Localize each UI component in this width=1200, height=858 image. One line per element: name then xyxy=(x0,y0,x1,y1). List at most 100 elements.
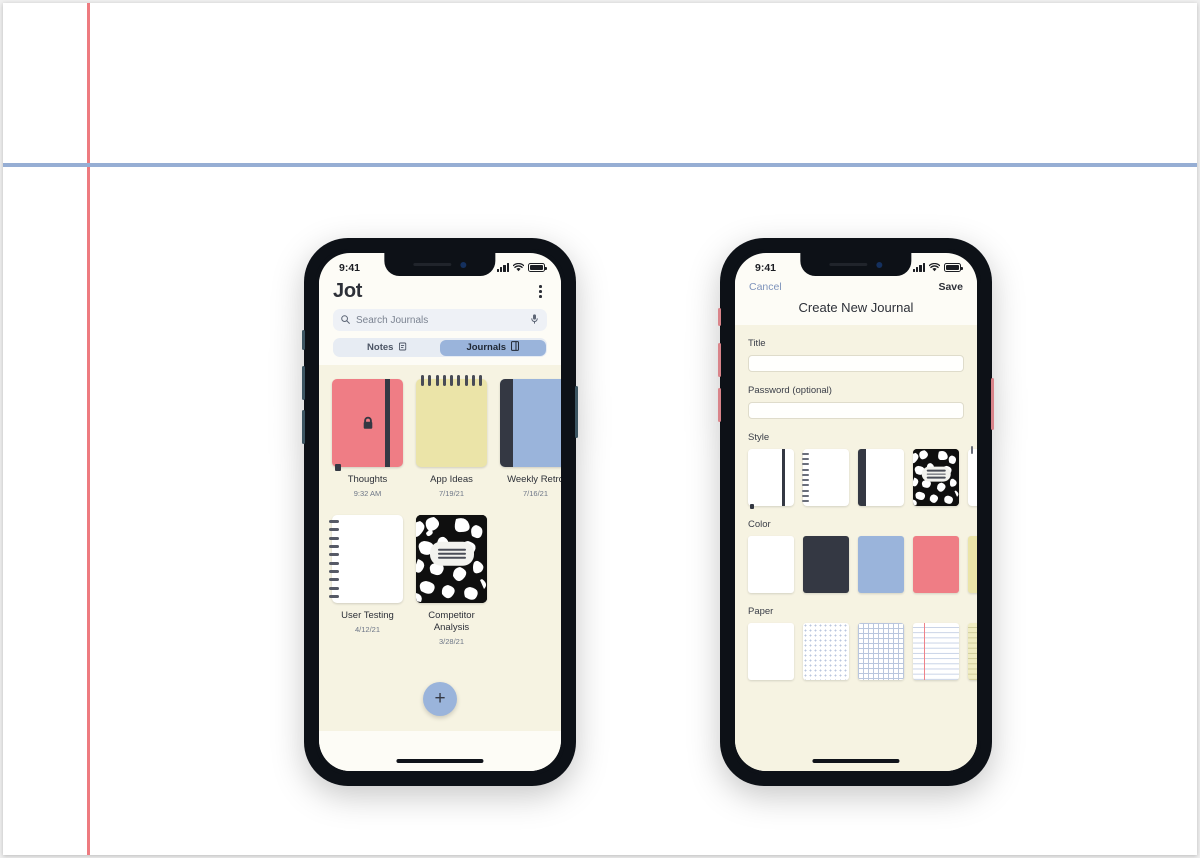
journal-cover xyxy=(416,514,487,603)
earpiece-speaker xyxy=(829,263,868,266)
journal-cover xyxy=(500,379,561,467)
segmented-control[interactable]: Notes Journals xyxy=(333,338,547,357)
journal-date: 7/19/21 xyxy=(438,488,465,498)
search-icon xyxy=(341,311,350,329)
journal-date: 9:32 AM xyxy=(353,488,382,498)
style-label: Style xyxy=(748,432,770,443)
segment-label: Journals xyxy=(466,342,507,353)
journal-date: 7/16/21 xyxy=(522,488,549,498)
phone-mockup-journals: 9:41 Jot Search Journals Notes Journals … xyxy=(302,238,578,786)
modal-title: Create New Journal xyxy=(735,293,977,325)
notebook-canvas: 9:41 Jot Search Journals Notes Journals … xyxy=(3,3,1197,855)
volume-down-button[interactable] xyxy=(302,410,305,444)
front-camera xyxy=(876,261,883,268)
journal-row: User Testing 4/12/21 Competitor Analysis… xyxy=(329,514,548,646)
tab-journals[interactable]: Journals xyxy=(440,339,546,356)
header-guide-line xyxy=(3,163,1197,167)
modal-navbar: Cancel Save xyxy=(735,278,977,293)
journal-card-competitor-analysis[interactable]: Competitor Analysis 3/28/21 xyxy=(416,514,487,646)
paper-option-ruled[interactable] xyxy=(913,623,959,680)
phone-mockup-create-journal: 9:41 Cancel Save Create New Journal Titl… xyxy=(718,238,994,786)
status-time: 9:41 xyxy=(755,261,777,274)
segment-label: Notes xyxy=(367,342,394,353)
power-button[interactable] xyxy=(991,378,994,430)
color-option-coral[interactable] xyxy=(913,536,959,593)
paper-option-blank[interactable] xyxy=(748,623,794,680)
spiral-binding-icon xyxy=(329,519,339,598)
color-option-charcoal[interactable] xyxy=(803,536,849,593)
volume-up-button[interactable] xyxy=(718,343,721,377)
journal-name: App Ideas xyxy=(430,474,473,485)
style-option-side-spiral[interactable] xyxy=(802,449,849,506)
bottom-safe-area xyxy=(319,731,561,771)
paper-option-legal[interactable] xyxy=(968,623,977,680)
color-option-blue[interactable] xyxy=(858,536,904,593)
battery-icon xyxy=(944,263,963,272)
journal-cover xyxy=(416,375,487,467)
bottom-safe-area xyxy=(735,737,977,771)
journal-card-thoughts[interactable]: Thoughts 9:32 AM xyxy=(332,379,403,498)
status-time: 9:41 xyxy=(339,261,361,274)
search-placeholder: Search Journals xyxy=(356,314,429,326)
journal-card-weekly-retro[interactable]: Weekly Retro 7/16/21 xyxy=(500,379,561,498)
journal-name: Weekly Retro xyxy=(507,474,561,485)
phone-notch xyxy=(800,253,912,276)
color-label: Color xyxy=(748,519,771,530)
silent-switch[interactable] xyxy=(302,330,305,350)
journal-card-user-testing[interactable]: User Testing 4/12/21 xyxy=(329,514,403,646)
margin-guide-line xyxy=(87,3,90,855)
composition-label xyxy=(429,541,474,566)
style-option-marble-composition[interactable] xyxy=(913,449,959,506)
journal-name: Thoughts xyxy=(347,474,388,485)
paper-label: Paper xyxy=(748,606,774,617)
phone-notch xyxy=(384,253,496,276)
plus-icon: + xyxy=(434,688,446,710)
style-option-top-spiral[interactable] xyxy=(968,446,977,506)
paper-option-dotted[interactable] xyxy=(803,623,849,680)
elastic-strap xyxy=(385,379,390,467)
search-input[interactable]: Search Journals xyxy=(333,309,547,331)
volume-up-button[interactable] xyxy=(302,366,305,400)
journal-name: Competitor Analysis xyxy=(428,609,475,633)
journal-card-app-ideas[interactable]: App Ideas 7/19/21 xyxy=(416,375,487,498)
style-option-spine-left[interactable] xyxy=(858,449,904,506)
home-indicator[interactable] xyxy=(812,759,900,763)
style-option-hardcover-strap[interactable] xyxy=(748,449,794,509)
bookmark-tab xyxy=(335,464,341,471)
book-spine xyxy=(500,379,513,467)
power-button[interactable] xyxy=(575,386,578,438)
wifi-icon xyxy=(513,263,524,272)
silent-switch[interactable] xyxy=(718,308,721,326)
front-camera xyxy=(460,261,467,268)
cellular-bars-icon xyxy=(912,263,925,272)
journal-name: User Testing xyxy=(341,609,394,621)
cancel-button[interactable]: Cancel xyxy=(749,281,782,293)
page-title: Jot xyxy=(333,280,363,302)
wifi-icon xyxy=(929,263,940,272)
color-option-white[interactable] xyxy=(748,536,794,593)
journals-header: Jot Search Journals Notes Journals xyxy=(319,278,561,365)
home-indicator[interactable] xyxy=(396,759,484,763)
journals-grid: Thoughts 9:32 AM App Ideas 7/19/21 Weekl… xyxy=(319,365,561,731)
password-label: Password (optional) xyxy=(748,385,832,396)
password-input[interactable] xyxy=(748,402,964,419)
tab-notes[interactable]: Notes xyxy=(335,340,441,356)
color-option-cream[interactable] xyxy=(968,536,977,593)
journal-date: 4/12/21 xyxy=(354,624,381,634)
paper-option-graph[interactable] xyxy=(858,623,904,680)
battery-icon xyxy=(528,263,547,272)
cellular-bars-icon xyxy=(496,263,509,272)
paper-swatch-row xyxy=(748,623,977,680)
color-swatch-row xyxy=(748,536,977,593)
volume-down-button[interactable] xyxy=(718,388,721,422)
journal-row: Thoughts 9:32 AM App Ideas 7/19/21 Weekl… xyxy=(332,375,561,498)
title-label: Title xyxy=(748,338,766,349)
microphone-icon[interactable] xyxy=(531,311,539,329)
save-button[interactable]: Save xyxy=(938,281,963,293)
kebab-menu-icon[interactable] xyxy=(534,281,547,302)
title-input[interactable] xyxy=(748,355,964,372)
add-journal-button[interactable]: + xyxy=(423,681,457,716)
earpiece-speaker xyxy=(413,263,452,266)
create-journal-form: Title Password (optional) Style Color Pa… xyxy=(735,325,977,737)
notes-icon xyxy=(398,342,407,354)
